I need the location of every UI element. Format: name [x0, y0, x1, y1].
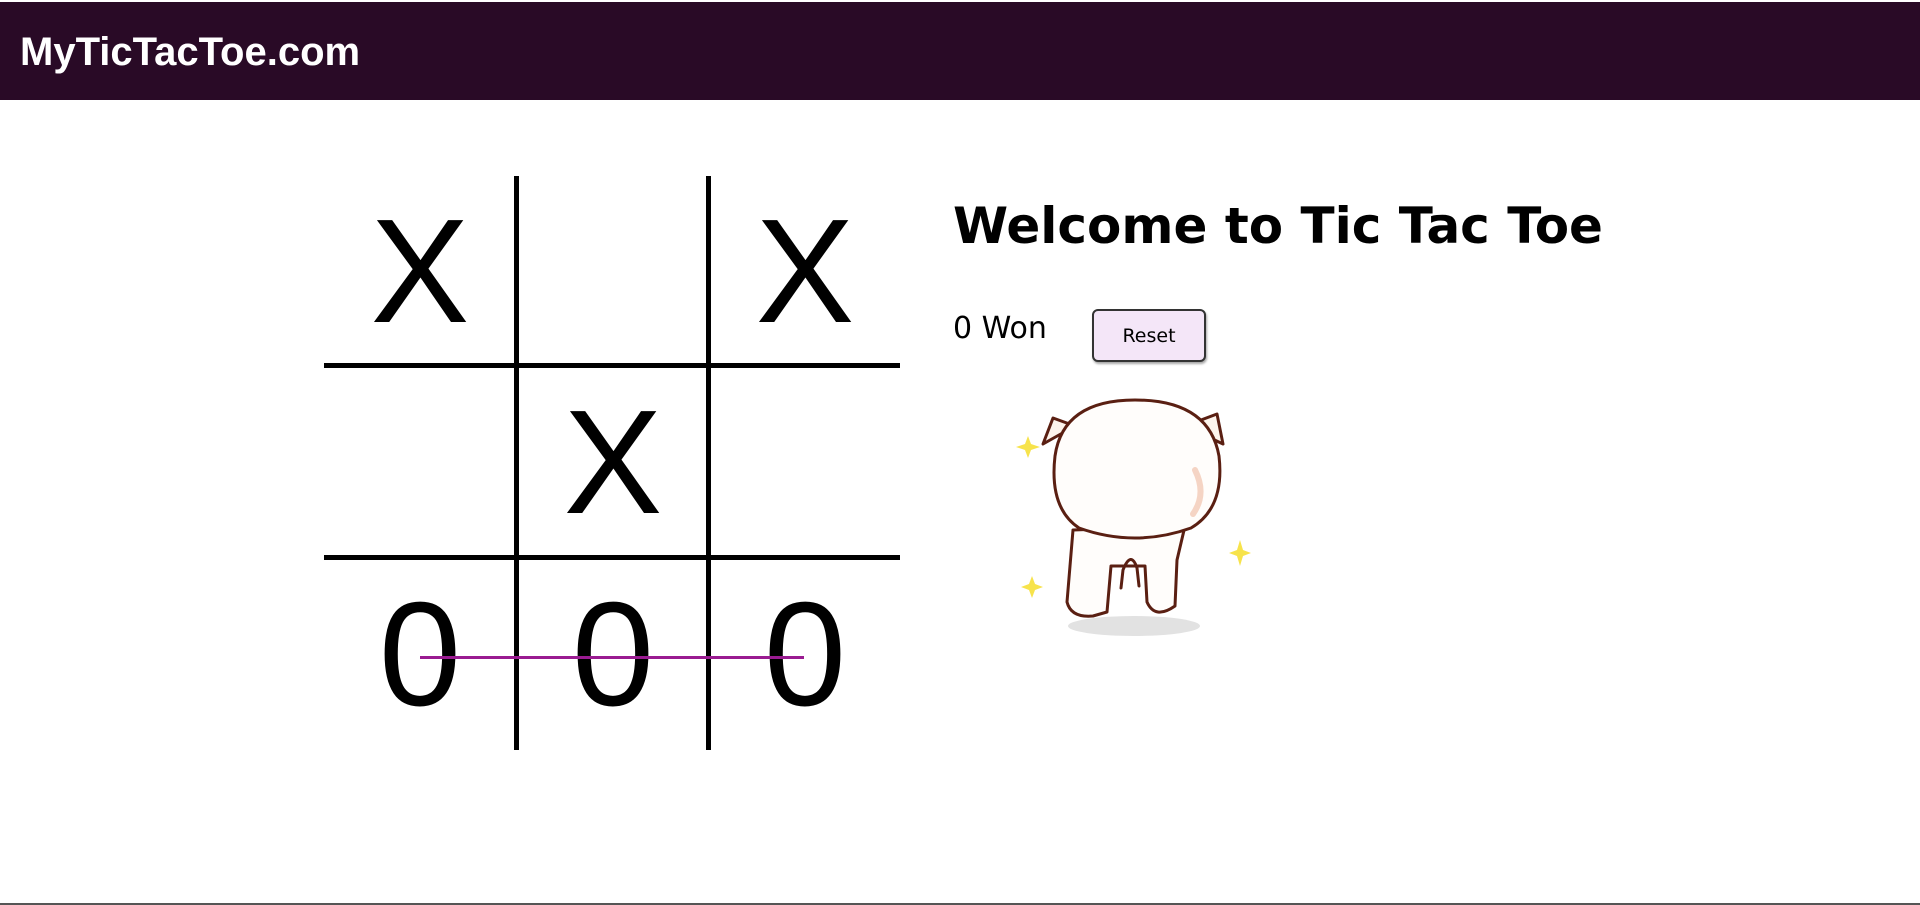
game-board: X X X 0 0 0: [324, 176, 900, 750]
navbar: MyTicTacToe.com: [0, 2, 1920, 100]
board-cell-6[interactable]: 0: [324, 559, 516, 750]
board-cell-1[interactable]: [517, 176, 709, 367]
board-cell-5[interactable]: [709, 367, 901, 558]
page-title: Welcome to Tic Tac Toe: [953, 197, 1603, 255]
board-cell-7[interactable]: 0: [517, 559, 709, 750]
board-cell-4[interactable]: X: [517, 367, 709, 558]
board-cell-0[interactable]: X: [324, 176, 516, 367]
board-cell-3[interactable]: [324, 367, 516, 558]
site-brand[interactable]: MyTicTacToe.com: [20, 29, 360, 75]
board-cell-2[interactable]: X: [709, 176, 901, 367]
reset-button[interactable]: Reset: [1092, 309, 1206, 362]
cat-celebration-image: [995, 390, 1255, 640]
score-label: 0 Won: [953, 311, 1047, 346]
winning-line: [420, 656, 804, 659]
board-cell-8[interactable]: 0: [709, 559, 901, 750]
